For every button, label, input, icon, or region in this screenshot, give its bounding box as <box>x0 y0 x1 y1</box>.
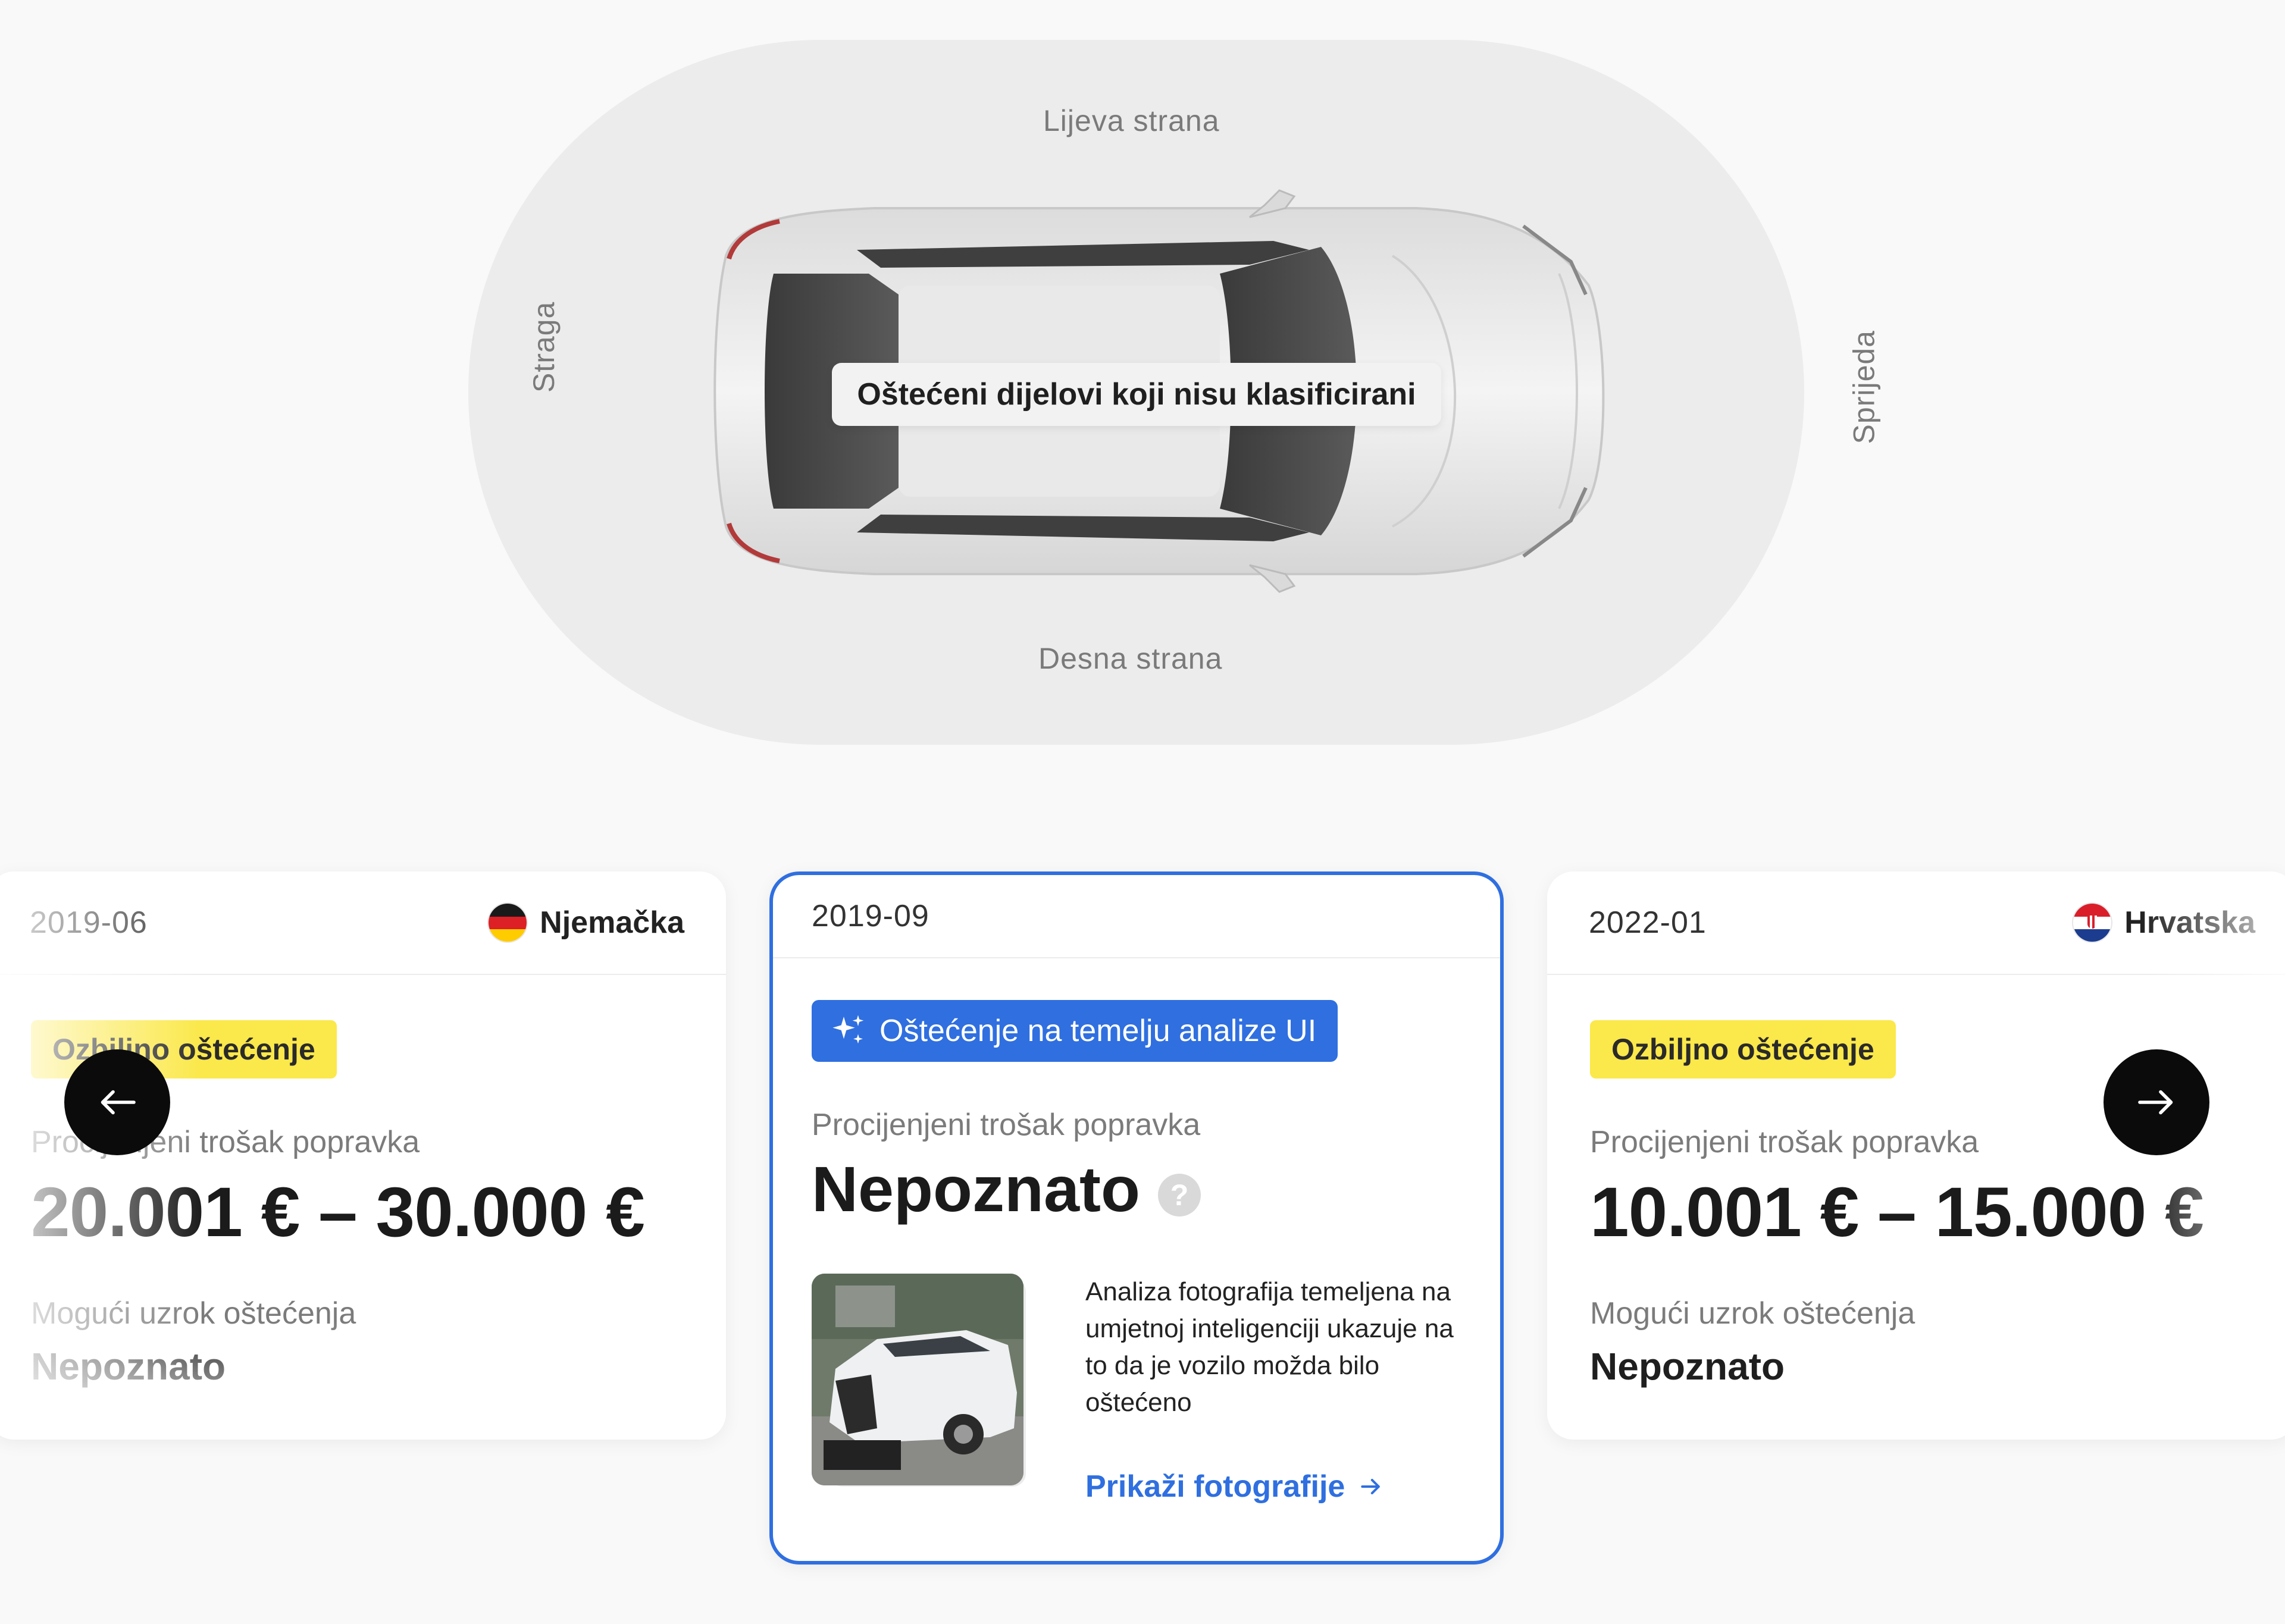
card-date: 2019-09 <box>812 899 929 933</box>
card-country: Hrvatska <box>2073 904 2255 942</box>
germany-flag-icon <box>489 904 527 942</box>
country-name: Hrvatska <box>2124 905 2255 940</box>
arrow-right-icon <box>1361 1478 1381 1495</box>
label-right-side: Desna strana <box>1038 642 1223 675</box>
repair-cost-value: Nepoznato <box>812 1153 1140 1225</box>
unclassified-damage-tooltip: Oštećeni dijelovi koji nisu klasificiran… <box>832 363 1441 426</box>
damage-card-2019-09[interactable]: 2019-09 Oštećenje na temelju analize UI … <box>769 871 1504 1565</box>
damage-photo-stack[interactable] <box>812 1274 1050 1491</box>
previous-card-button[interactable] <box>64 1049 170 1155</box>
country-name: Njemačka <box>540 905 684 940</box>
ai-analysis-badge: Oštećenje na temelju analize UI <box>812 1000 1338 1062</box>
cause-label: Mogući uzrok oštećenja <box>31 1296 356 1331</box>
repair-cost: 20.001 € – 30.000 € <box>31 1173 645 1252</box>
cause-label: Mogući uzrok oštećenja <box>1590 1296 1915 1331</box>
card-date: 2019-06 <box>30 905 148 940</box>
card-header: 2022-01 Hrvatska <box>1547 871 2285 975</box>
next-card-button[interactable] <box>2104 1049 2209 1155</box>
sparkles-icon <box>832 1015 864 1044</box>
arrow-right-icon <box>2138 1090 2173 1115</box>
card-date: 2022-01 <box>1589 905 1707 940</box>
damage-card-2019-06[interactable]: 2019-06 Njemačka Ozbiljno oštećenje Proc… <box>0 871 726 1440</box>
card-header: 2019-06 Njemačka <box>0 871 726 975</box>
label-left-side: Lijeva strana <box>1043 104 1220 137</box>
arrow-left-icon <box>101 1090 136 1115</box>
show-photos-label: Prikaži fotografije <box>1085 1469 1345 1504</box>
card-header: 2019-09 <box>773 875 1500 958</box>
repair-cost: 10.001 € – 15.000 € <box>1590 1173 2204 1252</box>
label-rear: Straga <box>527 301 561 393</box>
damage-card-2022-01[interactable]: 2022-01 Hrvatska Ozbiljno oštećenje Proc… <box>1547 871 2285 1440</box>
cost-label: Procijenjeni trošak popravka <box>812 1108 1201 1142</box>
label-front: Sprijeda <box>1847 330 1881 444</box>
card-country: Njemačka <box>489 904 684 942</box>
ai-badge-label: Oštećenje na temelju analize UI <box>879 1014 1317 1048</box>
damage-cause: Nepoznato <box>1590 1345 1785 1388</box>
cost-label: Procijenjeni trošak popravka <box>1590 1125 1979 1159</box>
damage-cause: Nepoznato <box>31 1345 226 1388</box>
help-icon[interactable]: ? <box>1157 1173 1201 1217</box>
damaged-car-photo[interactable] <box>812 1274 1023 1485</box>
show-photos-link[interactable]: Prikaži fotografije <box>1085 1469 1384 1504</box>
repair-cost: Nepoznato ? <box>812 1152 1201 1226</box>
croatia-flag-icon <box>2073 904 2112 942</box>
severity-badge: Ozbiljno oštećenje <box>1590 1020 1896 1079</box>
ai-analysis-text: Analiza fotografija temeljena na umjetno… <box>1085 1277 1454 1417</box>
